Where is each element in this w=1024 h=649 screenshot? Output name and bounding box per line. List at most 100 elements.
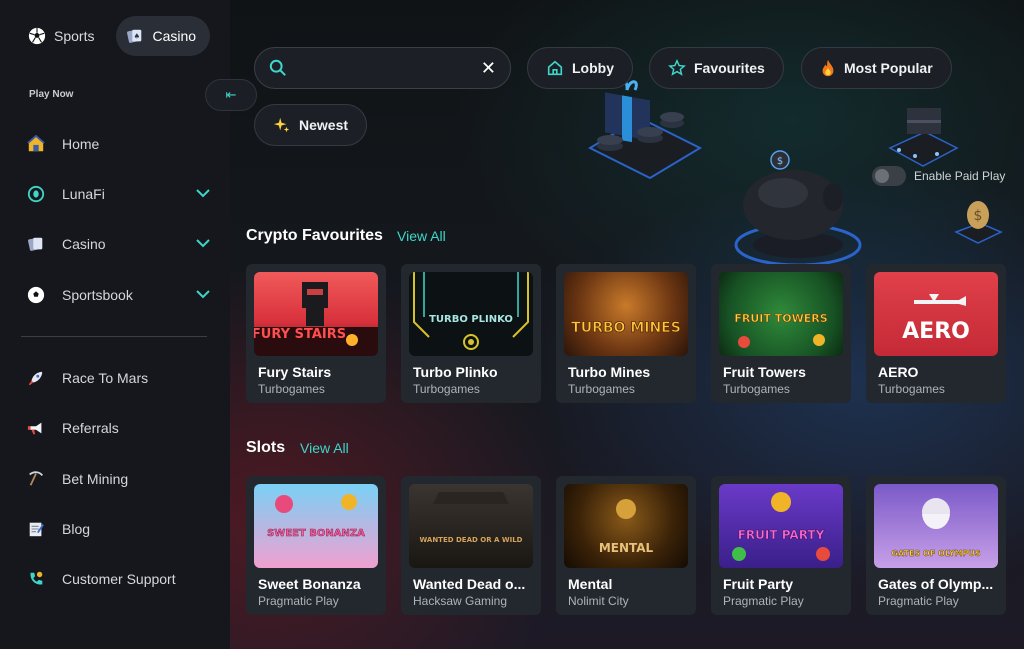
game-thumbnail: GATES OF OLYMPUS [874,484,998,568]
game-card-fury-stairs[interactable]: FURY STAIRS Fury Stairs Turbogames [246,264,386,403]
clear-search-icon[interactable]: ✕ [481,58,496,79]
search-input[interactable] [297,60,481,76]
game-card-gates-of-olympus[interactable]: GATES OF OLYMPUS Gates of Olymp... Pragm… [866,476,1006,615]
sidebar-item-race-to-mars[interactable]: Race To Mars [26,363,211,393]
filter-favourites-label: Favourites [694,60,765,76]
sidebar-item-blog[interactable]: Blog [26,514,211,544]
tab-sports[interactable]: Sports [18,16,108,56]
soccer-ball-icon [28,27,46,45]
main-content: $ $ ✕ Lobby Favourites Most Popular Newe… [230,0,1024,649]
sidebar-item-label: LunaFi [62,186,105,202]
filter-newest-button[interactable]: Newest [254,104,368,146]
game-thumbnail: FRUIT PARTY [719,484,843,568]
filter-favourites-button[interactable]: Favourites [649,47,784,89]
game-provider: Pragmatic Play [723,594,804,608]
game-art-text: GATES OF OLYMPUS [891,549,980,558]
game-thumbnail: AERO [874,272,998,356]
chevron-down-icon[interactable] [195,286,211,305]
blog-icon [26,519,46,539]
paid-play-label: Enable Paid Play [914,169,1006,183]
tab-casino[interactable]: ♠ Casino [116,16,211,56]
view-all-crypto-favourites-link[interactable]: View All [397,228,446,244]
chevron-down-icon[interactable] [195,185,211,204]
game-name: Gates of Olymp... [878,576,994,592]
cards-icon: ♠ [127,29,142,43]
sidebar-divider [21,336,207,337]
game-thumbnail: FURY STAIRS [254,272,378,356]
chevron-down-icon[interactable] [195,235,211,254]
sidebar-item-label: Blog [62,521,91,537]
game-name: Wanted Dead o... [413,576,526,592]
game-art-text: WANTED DEAD OR A WILD [420,536,523,544]
sidebar-item-sportsbook[interactable]: Sportsbook [26,280,211,310]
gift-box-illustration [580,78,705,193]
filter-lobby-button[interactable]: Lobby [527,47,633,89]
sidebar-item-label: Bet Mining [62,471,129,487]
support-icon [26,569,46,589]
game-provider: Nolimit City [568,594,629,608]
game-card-wanted-dead-or-a-wild[interactable]: WANTED DEAD OR A WILD Wanted Dead o... H… [401,476,541,615]
coin-illustration: $ [953,197,1003,252]
sidebar: Sports ♠ Casino Play Now Home LunaFi Cas… [0,0,230,649]
game-name: Fruit Party [723,576,794,592]
filter-newest-label: Newest [299,117,349,133]
pickaxe-icon [26,469,46,489]
collapse-icon: ⇤ [225,87,237,102]
tab-sports-label: Sports [54,28,95,44]
megaphone-icon [26,418,46,438]
game-provider: Turbogames [878,382,945,396]
rocket-icon [26,368,46,388]
piggy-bank-illustration: $ [728,145,868,280]
sidebar-item-bet-mining[interactable]: Bet Mining [26,464,211,494]
sidebar-item-label: Casino [62,236,106,252]
paid-play-toggle[interactable] [872,166,906,186]
game-art-text: TURBO PLINKO [429,314,513,325]
game-art-text: FRUIT TOWERS [734,312,827,325]
game-provider: Pragmatic Play [258,594,339,608]
game-thumbnail: FRUIT TOWERS [719,272,843,356]
search-bar[interactable]: ✕ [254,47,511,89]
filter-most-popular-button[interactable]: Most Popular [801,47,952,89]
game-provider: Turbogames [413,382,480,396]
game-name: Turbo Mines [568,364,651,380]
game-thumbnail: SWEET BONANZA [254,484,378,568]
star-icon [668,59,686,76]
game-thumbnail: MENTAL [564,484,688,568]
sidebar-item-customer-support[interactable]: Customer Support [26,564,211,594]
sidebar-item-casino[interactable]: Casino [26,229,211,259]
sidebar-item-label: Customer Support [62,571,176,587]
lunafi-icon [26,184,46,204]
game-card-mental[interactable]: MENTAL Mental Nolimit City [556,476,696,615]
game-name: Turbo Plinko [413,364,498,380]
game-art-text: MENTAL [599,541,654,555]
sidebar-item-label: Home [62,136,100,152]
top-tabs: Sports ♠ Casino [18,16,211,56]
game-provider: Pragmatic Play [878,594,959,608]
game-provider: Turbogames [568,382,635,396]
collapse-sidebar-button[interactable]: ⇤ [205,79,257,111]
game-card-turbo-plinko[interactable]: TURBO PLINKO Turbo Plinko Turbogames [401,264,541,403]
cards-icon [26,234,46,254]
game-name: AERO [878,364,919,380]
sidebar-item-label: Race To Mars [62,370,149,386]
game-art-text: SWEET BONANZA [267,528,365,539]
section-title-slots: Slots [246,439,286,456]
game-art-text: FRUIT PARTY [738,528,825,542]
sidebar-item-lunafi[interactable]: LunaFi [26,179,211,209]
game-card-aero[interactable]: AERO AERO Turbogames [866,264,1006,403]
game-card-sweet-bonanza[interactable]: SWEET BONANZA Sweet Bonanza Pragmatic Pl… [246,476,386,615]
game-card-fruit-party[interactable]: FRUIT PARTY Fruit Party Pragmatic Play [711,476,851,615]
paid-play-toggle-row: Enable Paid Play [872,166,1005,186]
sidebar-item-home[interactable]: Home [26,129,211,159]
game-card-turbo-mines[interactable]: TURBO MINES Turbo Mines Turbogames [556,264,696,403]
game-name: Fruit Towers [723,364,806,380]
filter-lobby-label: Lobby [572,60,614,76]
game-thumbnail: TURBO PLINKO [409,272,533,356]
sidebar-item-referrals[interactable]: Referrals [26,413,211,443]
game-name: Sweet Bonanza [258,576,361,592]
view-all-slots-link[interactable]: View All [300,440,349,456]
search-icon [269,59,286,76]
fire-icon [822,59,834,77]
game-provider: Hacksaw Gaming [413,594,508,608]
game-card-fruit-towers[interactable]: FRUIT TOWERS Fruit Towers Turbogames [711,264,851,403]
